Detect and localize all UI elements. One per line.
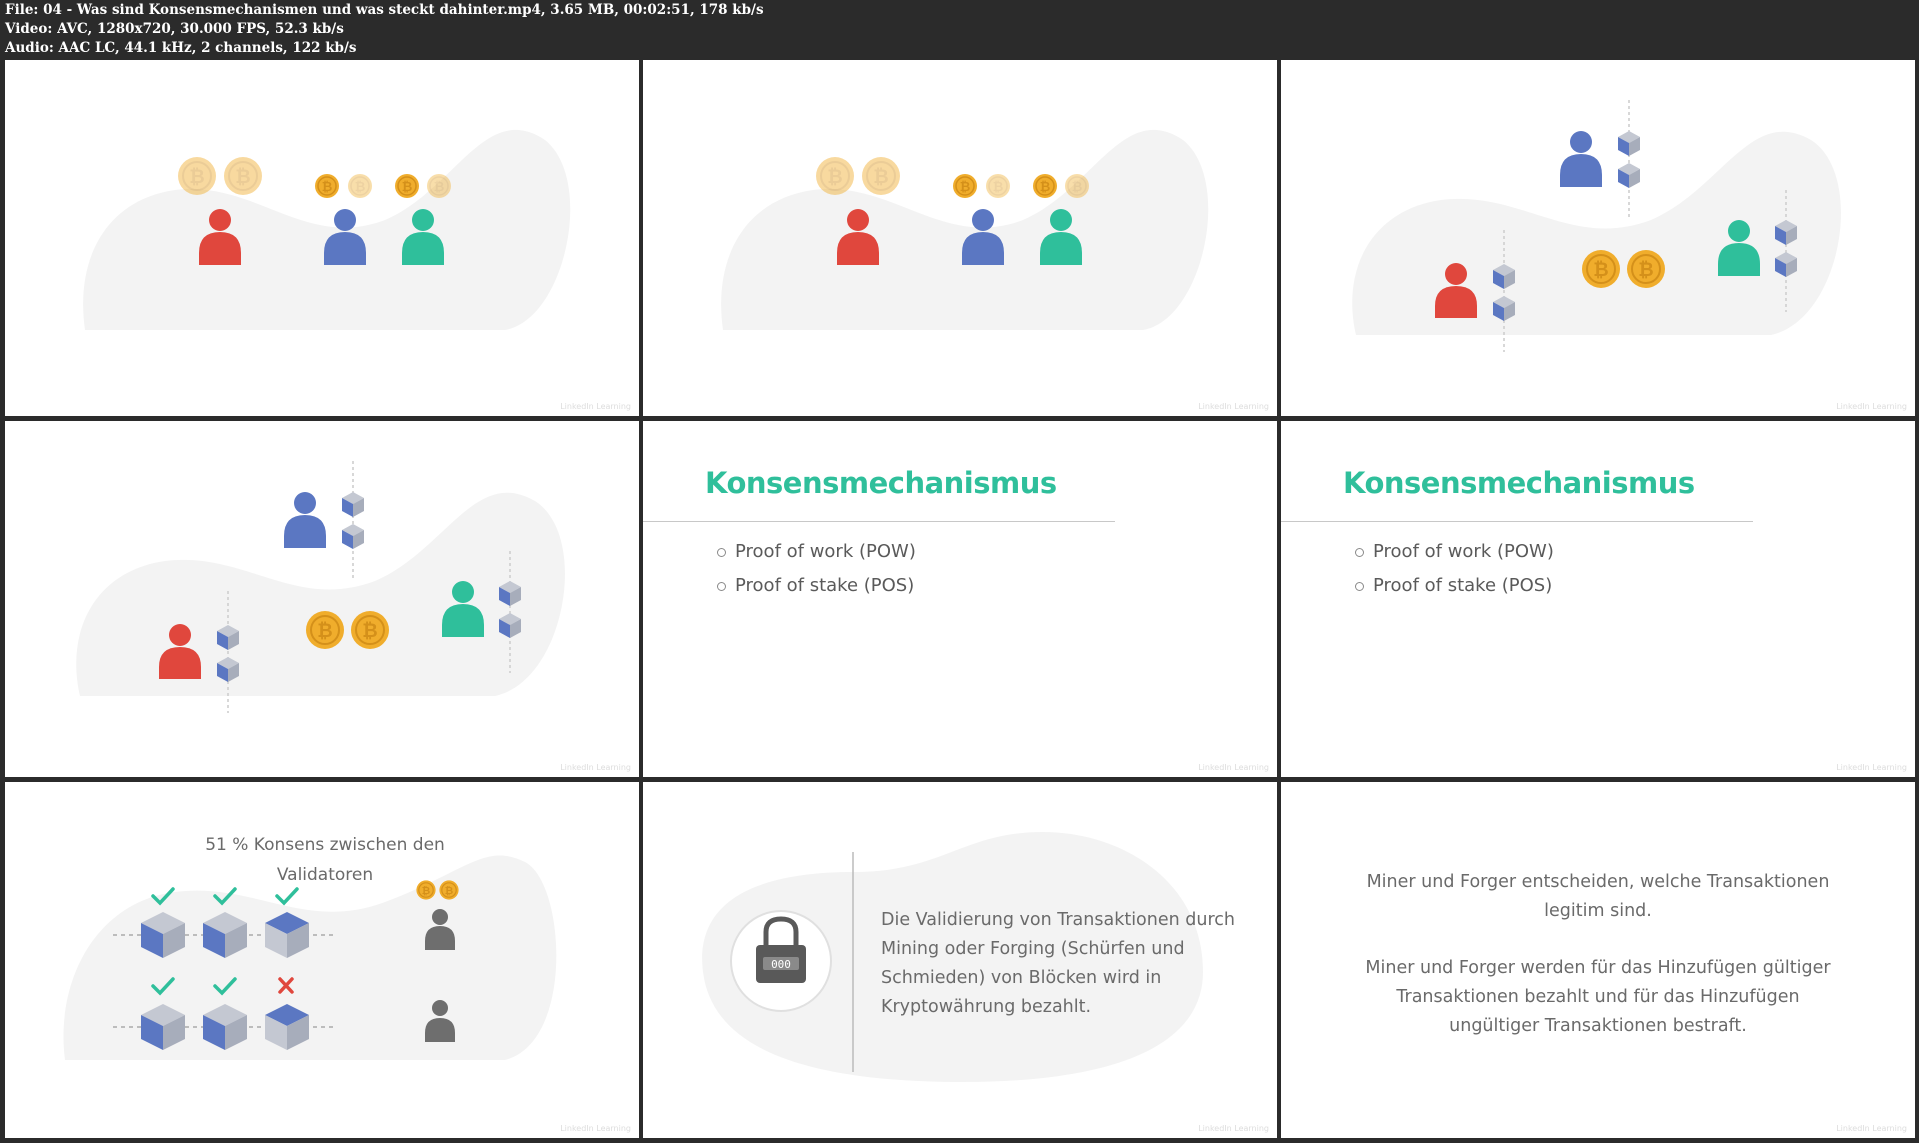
slide-6-thumbnail[interactable]: Konsensmechanismus Proof of work (POW) P… — [1281, 421, 1915, 777]
slide-1-thumbnail[interactable]: LinkedIn Learning — [5, 60, 639, 416]
watermark: LinkedIn Learning — [1198, 402, 1269, 411]
title-divider — [1281, 521, 1753, 522]
file-info-header: File: 04 - Was sind Konsensmechanismen u… — [0, 0, 1919, 58]
faded-coin — [426, 173, 452, 199]
coin-icon — [350, 610, 390, 650]
faded-coin — [861, 156, 901, 196]
watermark: LinkedIn Learning — [560, 402, 631, 411]
validation-text: Die Validierung von Transaktionen durch … — [881, 906, 1261, 1022]
caption-line: Validatoren — [276, 865, 374, 885]
text-line: Mining oder Forging (Schürfen und — [881, 939, 1185, 959]
coin-icon — [1581, 249, 1621, 289]
video-line: Video: AVC, 1280x720, 30.000 FPS, 52.3 k… — [5, 21, 344, 37]
slide-title: Konsensmechanismus — [1343, 466, 1695, 500]
bullet-item: Proof of stake (POS) — [717, 569, 916, 603]
slide-4-illustration — [76, 461, 565, 713]
slide-3-thumbnail[interactable]: LinkedIn Learning — [1281, 60, 1915, 416]
faded-coin — [177, 156, 217, 196]
faded-coin — [347, 173, 373, 199]
slide-7-thumbnail[interactable]: 51 % Konsens zwischen den Validatoren Li… — [5, 782, 639, 1138]
bullet-item: Proof of work (POW) — [1355, 535, 1554, 569]
faded-coin — [815, 156, 855, 196]
person-blue-icon — [284, 492, 326, 548]
watermark: LinkedIn Learning — [1836, 1124, 1907, 1133]
coin-icon — [1032, 173, 1058, 199]
bullet-item: Proof of work (POW) — [717, 535, 916, 569]
slide-title: Konsensmechanismus — [705, 466, 1057, 500]
coin-icon — [305, 610, 345, 650]
coin-icon — [394, 173, 420, 199]
watermark: LinkedIn Learning — [1198, 763, 1269, 772]
slide-5-thumbnail[interactable]: Konsensmechanismus Proof of work (POW) P… — [643, 421, 1277, 777]
file-line: File: 04 - Was sind Konsensmechanismen u… — [5, 2, 764, 18]
slide-2-thumbnail[interactable]: LinkedIn Learning — [643, 60, 1277, 416]
bullet-item: Proof of stake (POS) — [1355, 569, 1554, 603]
slide-1-illustration — [83, 129, 571, 330]
cube-icon — [1618, 163, 1640, 188]
text-line: Kryptowährung bezahlt. — [881, 997, 1092, 1017]
slide-8-thumbnail[interactable]: 000 Die Validierung von Transaktionen du… — [643, 782, 1277, 1138]
text-line: Transaktionen bezahlt und für das Hinzuf… — [1396, 987, 1800, 1007]
consensus-caption: 51 % Konsens zwischen den Validatoren — [165, 830, 485, 890]
person-blue-icon — [324, 209, 366, 265]
miner-forger-para-1: Miner und Forger entscheiden, welche Tra… — [1318, 868, 1878, 926]
bullet-list: Proof of work (POW) Proof of stake (POS) — [1355, 535, 1554, 603]
faded-coin — [223, 156, 263, 196]
slide-4-thumbnail[interactable]: LinkedIn Learning — [5, 421, 639, 777]
caption-line: 51 % Konsens zwischen den — [205, 835, 445, 855]
watermark: LinkedIn Learning — [1836, 402, 1907, 411]
faded-coin — [1064, 173, 1090, 199]
text-line: Die Validierung von Transaktionen durch — [881, 910, 1235, 930]
person-blue-icon — [1560, 131, 1602, 187]
bullet-list: Proof of work (POW) Proof of stake (POS) — [717, 535, 916, 603]
cube-icon — [1618, 131, 1640, 156]
watermark: LinkedIn Learning — [560, 1124, 631, 1133]
title-divider — [643, 521, 1115, 522]
slide-9-thumbnail[interactable]: Miner und Forger entscheiden, welche Tra… — [1281, 782, 1915, 1138]
slide-3-illustration — [1352, 100, 1841, 352]
watermark: LinkedIn Learning — [1198, 1124, 1269, 1133]
person-blue-icon — [962, 209, 1004, 265]
slide-2-illustration — [721, 129, 1209, 330]
text-line: Miner und Forger entscheiden, welche Tra… — [1366, 872, 1830, 892]
watermark: LinkedIn Learning — [560, 763, 631, 772]
text-line: ungültiger Transaktionen bestraft. — [1449, 1016, 1747, 1036]
text-line: Miner und Forger werden für das Hinzufüg… — [1365, 958, 1831, 978]
audio-line: Audio: AAC LC, 44.1 kHz, 2 channels, 122… — [5, 40, 357, 56]
coin-icon — [314, 173, 340, 199]
svg-text:000: 000 — [771, 958, 791, 971]
coin-icon — [1626, 249, 1666, 289]
faded-coin — [985, 173, 1011, 199]
miner-forger-para-2: Miner und Forger werden für das Hinzufüg… — [1318, 954, 1878, 1041]
text-line: Schmieden) von Blöcken wird in — [881, 968, 1162, 988]
watermark: LinkedIn Learning — [1836, 763, 1907, 772]
text-line: legitim sind. — [1544, 901, 1652, 921]
cube-icon — [342, 524, 364, 549]
coin-icon — [952, 173, 978, 199]
cube-icon — [342, 492, 364, 517]
